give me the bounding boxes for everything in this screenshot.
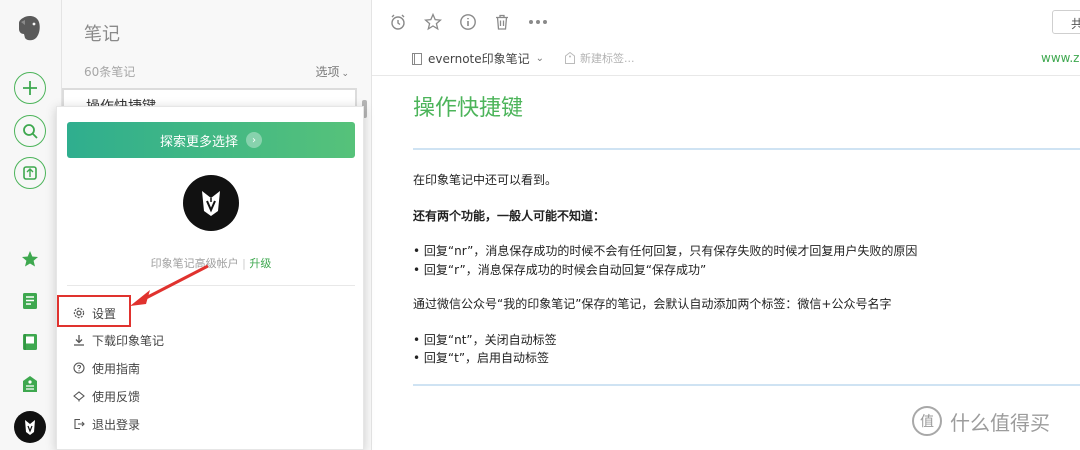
note-line[interactable]: • 回复“r”，消息保存成功的时候会自动回复“保存成功” bbox=[413, 261, 706, 278]
note-line[interactable]: 在印象笔记中还可以看到。 bbox=[413, 171, 557, 188]
note-line[interactable]: • 回复“nr”，消息保存成功的时候不会有任何回复，只有保存失败的时候才回复用户… bbox=[413, 242, 917, 259]
note-count: 60条笔记 bbox=[84, 65, 136, 79]
notebook-icon bbox=[412, 52, 422, 65]
share-button[interactable]: 共享 bbox=[1052, 10, 1080, 34]
chevron-down-icon: ⌄ bbox=[341, 69, 349, 79]
info-icon[interactable] bbox=[458, 12, 478, 32]
tags-icon[interactable] bbox=[19, 373, 41, 395]
avatar[interactable] bbox=[183, 175, 239, 231]
left-rail bbox=[0, 0, 62, 450]
tag-icon bbox=[565, 52, 575, 64]
download-icon bbox=[74, 335, 84, 346]
more-icon[interactable] bbox=[528, 12, 548, 32]
star-icon[interactable] bbox=[423, 12, 443, 32]
evernote-window: 笔记 60条笔记 选项⌄ 操作快捷键 共享 evernote印象笔记 ⌄ bbox=[0, 0, 1080, 450]
note-line[interactable]: 通过微信公众号“我的印象笔记”保存的笔记，会默认自动添加两个标签：微信+公众号名… bbox=[413, 295, 892, 312]
annotation-arrow bbox=[130, 264, 209, 306]
logout-icon bbox=[74, 418, 85, 430]
tag-placeholder: 新建标签... bbox=[580, 52, 635, 65]
plus-icon bbox=[23, 81, 37, 95]
menu-item-label: 下载印象笔记 bbox=[92, 333, 165, 348]
feedback-icon bbox=[73, 391, 85, 402]
elephant-logo-icon[interactable] bbox=[16, 14, 44, 42]
note-meta-bar: evernote印象笔记 ⌄ 新建标签... www.zh bbox=[372, 42, 1080, 76]
divider bbox=[413, 148, 1080, 150]
menu-item-label: 退出登录 bbox=[92, 417, 141, 432]
trash-icon[interactable] bbox=[492, 12, 512, 32]
divider bbox=[413, 384, 1080, 386]
explore-more-button[interactable]: 探索更多选择 › bbox=[67, 122, 355, 158]
work-chat-icon bbox=[23, 166, 37, 180]
watermark-text: 什么值得买 bbox=[950, 410, 1050, 435]
note-list-title: 笔记 bbox=[84, 24, 120, 45]
chevron-right-icon: › bbox=[246, 132, 262, 148]
search-icon bbox=[23, 124, 38, 139]
notes-icon[interactable] bbox=[19, 290, 41, 312]
note-line[interactable]: • 回复“nt”，关闭自动标签 bbox=[413, 331, 557, 348]
options-dropdown[interactable]: 选项 ⌄ bbox=[315, 63, 349, 80]
options-label: 选项 bbox=[315, 65, 340, 79]
menu-item-feedback[interactable]: 使用反馈 bbox=[73, 385, 140, 407]
note-title[interactable]: 操作快捷键 bbox=[413, 90, 523, 122]
separator: | bbox=[242, 257, 246, 270]
note-line[interactable]: 还有两个功能，一般人可能不知道： bbox=[413, 207, 605, 224]
chevron-down-icon: ⌄ bbox=[535, 53, 545, 64]
reminder-icon[interactable] bbox=[388, 12, 408, 32]
add-tag-field[interactable]: 新建标签... bbox=[565, 50, 635, 66]
notebook-selector[interactable]: evernote印象笔记 ⌄ bbox=[412, 50, 544, 67]
new-note-button[interactable] bbox=[14, 72, 46, 104]
work-chat-button[interactable] bbox=[14, 157, 46, 189]
shortcuts-star-icon[interactable] bbox=[19, 248, 41, 270]
upgrade-link[interactable]: 升级 bbox=[249, 257, 271, 270]
explore-label: 探索更多选择 bbox=[159, 134, 238, 150]
source-url[interactable]: www.zh bbox=[1041, 51, 1080, 65]
search-button[interactable] bbox=[14, 115, 46, 147]
note-line[interactable]: • 回复“t”，启用自动标签 bbox=[413, 349, 549, 366]
notebooks-icon[interactable] bbox=[19, 331, 41, 353]
menu-item-guide[interactable]: 使用指南 bbox=[73, 357, 140, 379]
account-avatar[interactable] bbox=[14, 411, 46, 443]
menu-item-download[interactable]: 下载印象笔记 bbox=[73, 329, 164, 351]
notebook-name: evernote印象笔记 bbox=[428, 52, 530, 66]
menu-item-label: 使用反馈 bbox=[92, 389, 141, 404]
share-label: 共享 bbox=[1071, 17, 1080, 33]
watermark: 值 什么值得买 bbox=[912, 406, 1050, 436]
help-icon bbox=[73, 362, 85, 374]
menu-item-label: 使用指南 bbox=[92, 361, 141, 376]
menu-item-logout[interactable]: 退出登录 bbox=[73, 413, 140, 435]
watermark-logo-icon: 值 bbox=[912, 406, 942, 436]
